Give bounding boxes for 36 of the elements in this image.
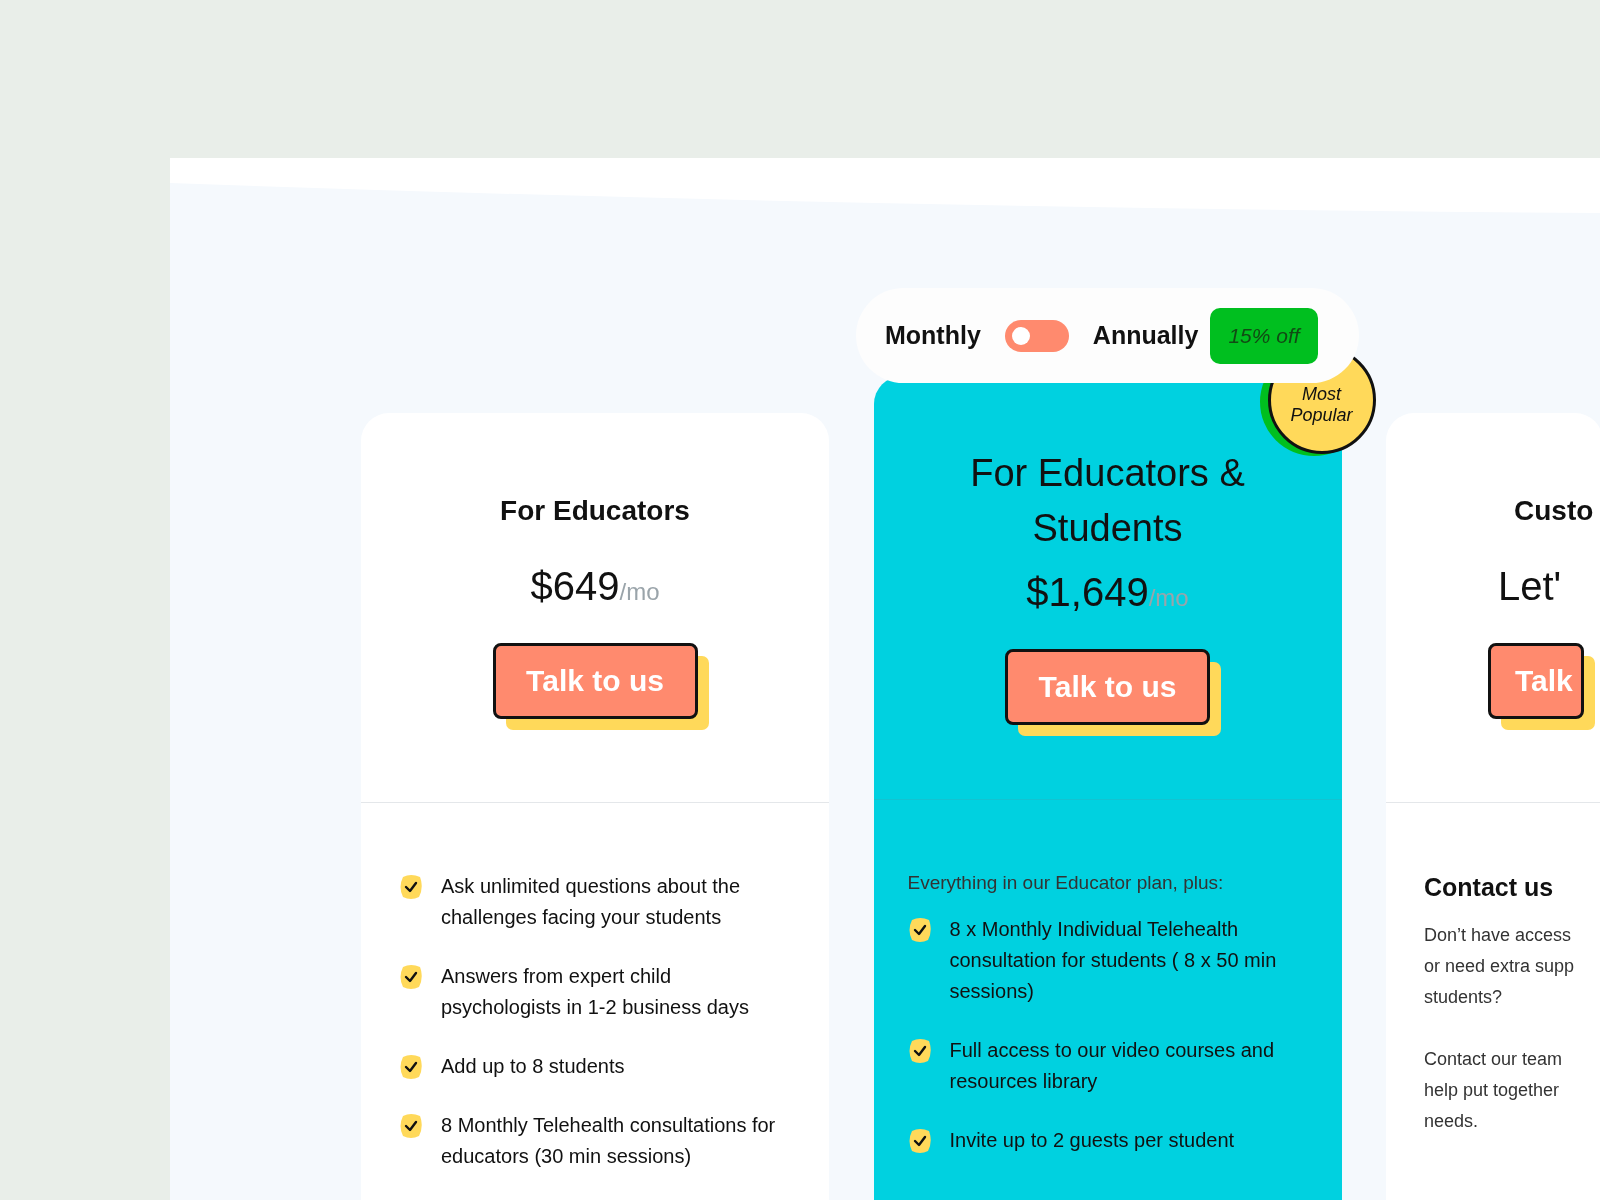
contact-text: students?	[1424, 986, 1504, 1009]
feature-text: Full access to our video courses and resources library	[949, 1038, 1276, 1094]
plan-price: Let'	[1498, 563, 1562, 609]
switch-knob[interactable]	[1011, 326, 1030, 345]
contact-heading: Contact us	[1424, 873, 1555, 902]
feature-text: Add up to 8 students	[441, 1054, 625, 1079]
plan-price: $649	[530, 563, 620, 609]
check-icon	[399, 1054, 423, 1080]
discount-badge: 15% off	[1210, 307, 1318, 364]
check-icon	[907, 917, 932, 943]
check-icon	[399, 1113, 423, 1139]
contact-text: or need extra supp	[1424, 955, 1576, 978]
monthly-label[interactable]: Monthly	[885, 321, 981, 350]
check-icon	[907, 1128, 932, 1154]
contact-text: Don’t have access	[1424, 924, 1573, 947]
plan-title: For Educators	[500, 494, 690, 528]
check-icon	[399, 874, 423, 900]
contact-text: needs.	[1424, 1110, 1480, 1133]
contact-text: help put together	[1424, 1079, 1561, 1102]
tag-label: Most Popular	[1289, 384, 1354, 426]
plan-title: Custo	[1514, 494, 1594, 528]
plan-title: For Educators & Students	[969, 451, 1246, 552]
feature-text: Invite up to 2 guests per student	[949, 1128, 1235, 1153]
feature-text: Ask unlimited questions about the challenges facing your students	[441, 874, 742, 930]
check-icon	[907, 1038, 932, 1064]
plan-intro: Everything in our Educator plan, plus:	[907, 872, 1225, 894]
price-period: /mo	[1148, 584, 1189, 613]
contact-text: Contact our team	[1424, 1048, 1564, 1071]
plan-price: $1,649	[1026, 570, 1149, 616]
price-period: /mo	[619, 577, 660, 606]
feature-text: 8 Monthly Telehealth consultations for educators (30 min sessions)	[441, 1113, 777, 1169]
check-icon	[399, 964, 423, 990]
feature-text: Answers from expert child psychologists in 1-2 business days	[441, 964, 750, 1020]
billing-switch[interactable]	[1004, 319, 1069, 352]
annually-label[interactable]: Annually	[1092, 321, 1199, 350]
feature-text: 8 x Monthly Individual Telehealth consultation for students ( 8 x 50 min sessions)	[949, 917, 1278, 1004]
